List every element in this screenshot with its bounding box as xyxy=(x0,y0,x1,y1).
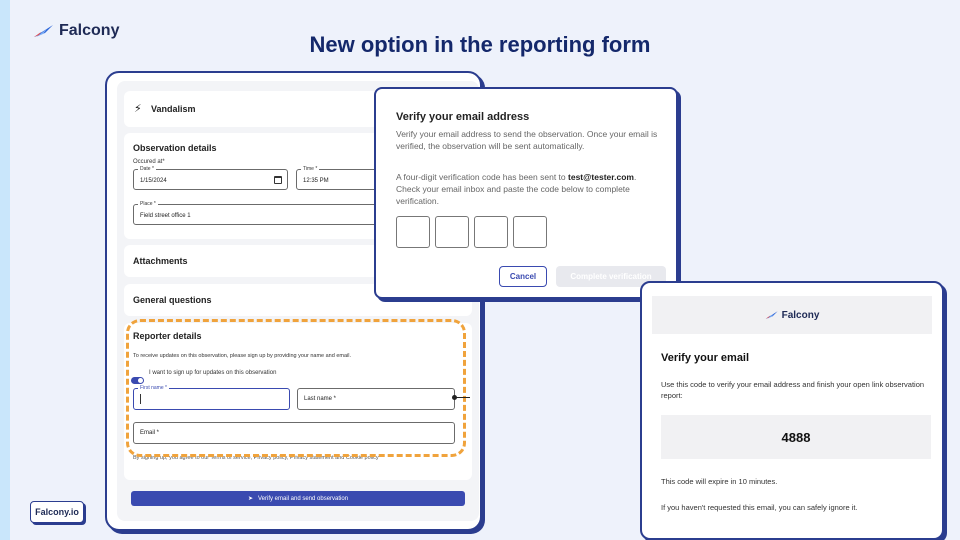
send-icon: ➤ xyxy=(247,496,253,502)
email-brand-name: Falcony xyxy=(781,309,820,321)
falcon-bird-icon xyxy=(765,311,778,319)
occurred-at-label: Occured at* xyxy=(133,159,165,165)
date-label: Date * xyxy=(138,166,156,172)
modal-description: Verify your email address to send the ob… xyxy=(396,129,658,151)
verification-email-preview: Falcony Verify your email Use this code … xyxy=(640,281,944,540)
place-value: Field street office 1 xyxy=(140,213,191,219)
verification-code: 4888 xyxy=(661,415,931,459)
reporter-highlight-outline xyxy=(126,319,466,457)
attachments-title: Attachments xyxy=(133,256,188,266)
general-questions-title: General questions xyxy=(133,295,212,305)
slide-title: New option in the reporting form xyxy=(309,32,651,57)
place-label: Place * xyxy=(138,201,158,207)
observation-details-title: Observation details xyxy=(133,143,217,153)
time-label: Time * xyxy=(301,166,320,172)
connector-line xyxy=(456,397,470,398)
email-ignore-text: If you haven't requested this email, you… xyxy=(661,503,858,512)
verify-and-send-label: Verify email and send observation xyxy=(257,495,349,502)
modal-title: Verify your email address xyxy=(396,111,530,123)
email-title: Verify your email xyxy=(661,352,750,364)
code-digit-4[interactable] xyxy=(513,216,547,248)
lightning-icon: ⚡ xyxy=(134,103,142,115)
observation-type-label: Vandalism xyxy=(151,104,196,114)
left-accent-strip xyxy=(0,0,10,540)
date-value: 1/15/2024 xyxy=(140,178,167,184)
verify-and-send-button[interactable]: ➤ Verify email and send observation xyxy=(131,491,465,506)
verify-email-modal: Verify your email address Verify your em… xyxy=(374,87,678,299)
code-digit-2[interactable] xyxy=(435,216,469,248)
modal-email-address: test@tester.com xyxy=(568,172,634,182)
date-field[interactable]: Date * 1/15/2024 xyxy=(133,166,288,190)
email-body-text: Use this code to verify your email addre… xyxy=(661,380,925,400)
modal-code-info: A four-digit verification code has been … xyxy=(396,171,658,207)
calendar-icon[interactable] xyxy=(274,176,282,184)
email-header: Falcony xyxy=(652,296,932,334)
time-value: 12:35 PM xyxy=(303,178,329,184)
code-digit-3[interactable] xyxy=(474,216,508,248)
website-badge[interactable]: Falcony.io xyxy=(30,501,84,523)
modal-code-info-prefix: A four-digit verification code has been … xyxy=(396,172,566,182)
email-expiry-text: This code will expire in 10 minutes. xyxy=(661,477,778,486)
code-digit-1[interactable] xyxy=(396,216,430,248)
cancel-button[interactable]: Cancel xyxy=(499,266,547,287)
